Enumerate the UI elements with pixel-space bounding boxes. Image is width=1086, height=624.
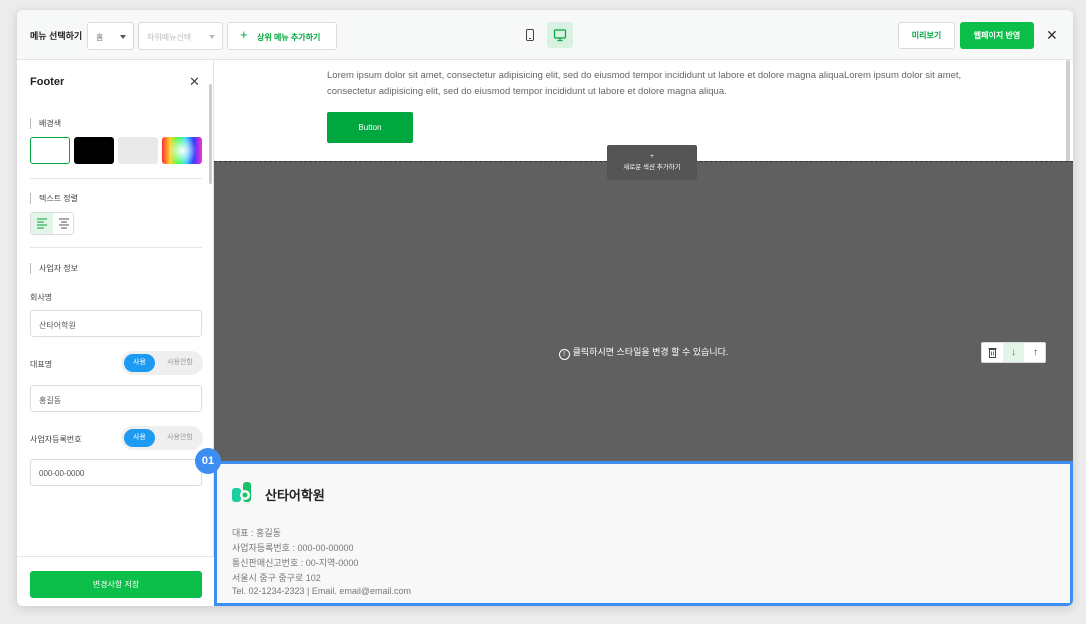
align-left-icon [37, 218, 47, 229]
footer-reg-line: 사업자등록번호 : 000-00-00000 [232, 543, 354, 553]
sidebar-title: Footer [30, 76, 65, 88]
company-name-label: 회사명 [30, 293, 53, 302]
save-changes-button[interactable]: 변경사항 저장 [30, 571, 202, 598]
close-icon: ✕ [1046, 27, 1058, 43]
ceo-toggle-off[interactable]: 사용안함 [160, 354, 200, 372]
arrow-down-icon: ↓ [1011, 347, 1016, 358]
sidebar-footer: 변경사항 저장 [17, 556, 214, 606]
footer-ecommerce-line: 통신판매신고번호 : 00-지역-0000 [232, 558, 359, 568]
plus-icon: + [650, 153, 654, 160]
submenu-select[interactable]: 하위메뉴선택 [138, 22, 223, 50]
move-section-down-button[interactable]: ↓ [1003, 343, 1024, 362]
menu-select-label: 메뉴 선택하기 [30, 31, 83, 41]
trash-icon [988, 348, 997, 358]
add-section-button[interactable]: + 새로운 섹션 추가하기 [607, 145, 697, 180]
footer-ceo-line: 대표 : 홍길동 [232, 528, 281, 538]
align-left-button[interactable] [31, 213, 53, 234]
ceo-name-label: 대표명 [30, 360, 53, 369]
desktop-icon [553, 29, 567, 42]
editor-window: 메뉴 선택하기 홈 하위메뉴선택 + 상위 메뉴 추가하기 미리보기 웹페이지 … [17, 10, 1073, 606]
business-reg-label: 사업자등록번호 [30, 435, 82, 444]
align-center-icon [59, 218, 69, 229]
add-top-menu-button[interactable]: + 상위 메뉴 추가하기 [227, 22, 337, 50]
desktop-view-button[interactable] [547, 22, 573, 48]
style-change-notice: ! 클릭하시면 스타일을 변경 할 수 있습니다. [214, 345, 1073, 360]
mobile-view-button[interactable] [517, 22, 543, 48]
page-canvas: Lorem ipsum dolor sit amet, consectetur … [214, 60, 1073, 606]
canvas-scrollbar[interactable] [1066, 60, 1070, 162]
plus-icon: + [240, 27, 248, 42]
text-align-heading: 텍스트 정렬 [30, 193, 78, 204]
footer-section-selected[interactable]: 산타어학원 대표 : 홍길동 사업자등록번호 : 000-00-00000 통신… [214, 461, 1073, 606]
menu-select[interactable]: 홈 [87, 22, 134, 50]
submenu-select-placeholder: 하위메뉴선택 [147, 33, 192, 42]
sidebar-close-button[interactable]: ✕ [189, 74, 200, 90]
business-reg-input[interactable]: 000-00-0000 [30, 459, 202, 486]
align-center-button[interactable] [53, 213, 75, 234]
chevron-down-icon [120, 35, 126, 39]
swatch-black[interactable] [74, 137, 114, 164]
content-button[interactable]: Button [327, 112, 413, 143]
divider [30, 178, 202, 179]
chevron-down-icon [209, 35, 215, 39]
close-icon: ✕ [189, 74, 200, 89]
text-align-group [30, 212, 74, 235]
preview-button[interactable]: 미리보기 [898, 22, 955, 49]
empty-section[interactable]: ! 클릭하시면 스타일을 변경 할 수 있습니다. ↓ ↑ [214, 161, 1073, 461]
section-number-badge: 01 [195, 448, 221, 474]
divider [30, 247, 202, 248]
company-name-value: 산타어학원 [39, 321, 76, 330]
mobile-icon [526, 29, 534, 41]
warning-icon: ! [558, 349, 570, 360]
menu-select-value: 홈 [96, 33, 104, 42]
sidebar-header: Footer ✕ [17, 60, 214, 104]
arrow-up-icon: ↑ [1033, 347, 1038, 358]
sidebar-scrollbar[interactable] [209, 84, 212, 184]
add-section-label: 새로운 섹션 추가하기 [623, 164, 681, 171]
swatch-white[interactable] [30, 137, 70, 164]
ceo-name-value: 홍길동 [39, 396, 62, 405]
footer-contact-line: Tel. 02-1234-2323 | Email. email@email.c… [232, 586, 412, 596]
business-reg-toggle[interactable]: 사용 사용안함 [121, 426, 203, 450]
body-text[interactable]: Lorem ipsum dolor sit amet, consectetur … [327, 68, 962, 100]
ceo-name-toggle[interactable]: 사용 사용안함 [121, 351, 203, 375]
swatch-custom-color-picker[interactable] [162, 137, 202, 164]
ceo-name-input[interactable]: 홍길동 [30, 385, 202, 412]
brand-logo-icon [232, 482, 251, 502]
add-top-menu-label: 상위 메뉴 추가하기 [257, 33, 321, 42]
properties-sidebar: Footer ✕ 배경색 텍스트 정렬 사업자 정보 회사명 산타어학원 대표명… [17, 60, 214, 606]
business-info-heading: 사업자 정보 [30, 263, 78, 274]
ceo-toggle-on[interactable]: 사용 [124, 354, 155, 372]
company-name-input[interactable]: 산타어학원 [30, 310, 202, 337]
close-editor-button[interactable]: ✕ [1046, 27, 1058, 44]
section-tools: ↓ ↑ [981, 342, 1046, 363]
move-section-up-button[interactable]: ↑ [1025, 343, 1046, 362]
style-change-notice-text: 클릭하시면 스타일을 변경 할 수 있습니다. [572, 347, 729, 357]
brand-name: 산타어학원 [265, 488, 325, 503]
business-reg-value: 000-00-0000 [39, 469, 85, 478]
reg-toggle-off[interactable]: 사용안함 [160, 429, 200, 447]
top-toolbar: 메뉴 선택하기 홈 하위메뉴선택 + 상위 메뉴 추가하기 미리보기 웹페이지 … [17, 10, 1073, 60]
footer-address-line: 서울시 중구 중구로 102 [232, 573, 321, 583]
delete-section-button[interactable] [982, 343, 1003, 362]
background-color-heading: 배경색 [30, 118, 61, 129]
publish-button[interactable]: 웹페이지 반영 [960, 22, 1034, 49]
reg-toggle-on[interactable]: 사용 [124, 429, 155, 447]
swatch-light-gray[interactable] [118, 137, 158, 164]
